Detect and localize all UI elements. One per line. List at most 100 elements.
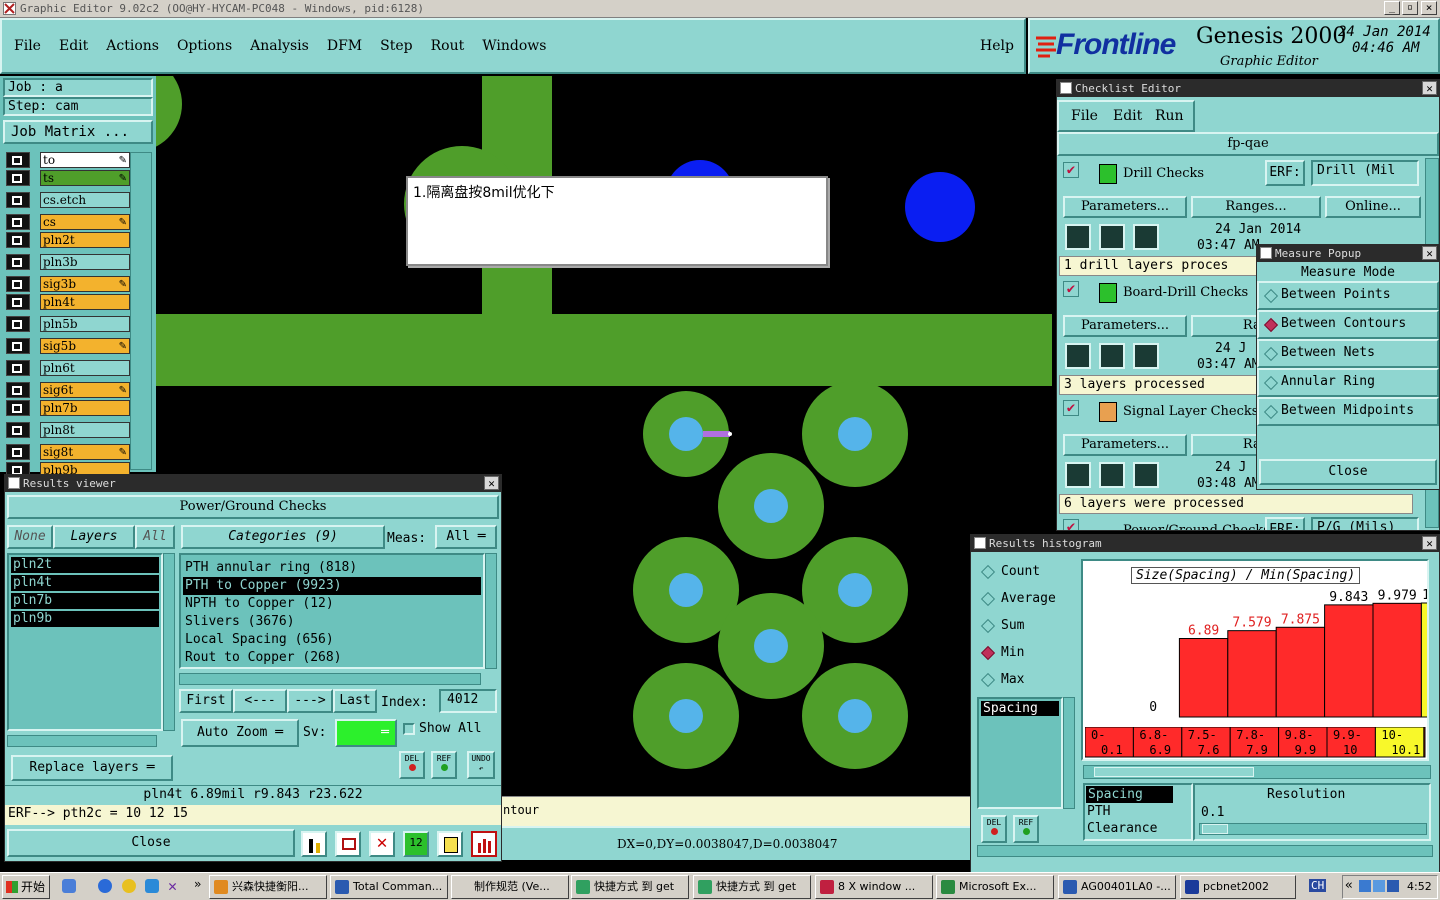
stop-icon[interactable] <box>1133 462 1159 488</box>
run-selected-icon[interactable] <box>1099 343 1125 369</box>
layer-checkbox[interactable] <box>6 400 30 416</box>
checklist-menu-run[interactable]: Run <box>1155 108 1184 124</box>
parameters-button[interactable]: Parameters... <box>1063 315 1187 337</box>
bar-chart-icon[interactable] <box>301 831 327 857</box>
category-item[interactable]: PTH to Copper (9923) <box>183 577 481 595</box>
run-icon[interactable] <box>1065 224 1091 250</box>
menu-step[interactable]: Step <box>380 38 412 58</box>
measure-option[interactable]: Between Contours <box>1257 310 1439 339</box>
taskbar-item[interactable]: pcbnet2002 <box>1180 875 1296 899</box>
x-icon[interactable]: ✕ <box>168 877 177 895</box>
screen-icon[interactable] <box>335 831 361 857</box>
hist-list-scrollbar[interactable] <box>1063 697 1075 809</box>
layer-name[interactable]: pln2t <box>40 232 130 248</box>
layer-name[interactable]: sig8t ✎ <box>40 444 130 460</box>
hist-option[interactable]: Max <box>977 667 1077 694</box>
layer-result-scrollbar[interactable] <box>163 553 175 731</box>
meas-select[interactable]: All ═ <box>435 525 497 549</box>
del-button[interactable]: DEL <box>399 751 425 779</box>
index-input[interactable]: 4012 <box>439 689 497 713</box>
taskbar-item[interactable]: Microsoft Ex... <box>936 875 1054 899</box>
menu-rout[interactable]: Rout <box>431 38 465 58</box>
layer-checkbox[interactable] <box>6 192 30 208</box>
help-menu[interactable]: Help <box>980 38 1014 54</box>
measure-option[interactable]: Between Nets <box>1257 339 1439 368</box>
taskbar-item[interactable]: AG00401LA0 -... <box>1058 875 1176 899</box>
prev-button[interactable]: <--- <box>233 689 287 713</box>
hist-option[interactable]: Min <box>977 640 1077 667</box>
layer-checkbox[interactable] <box>6 338 30 354</box>
last-button[interactable]: Last <box>333 689 377 713</box>
category-item[interactable]: Rout to Copper (268) <box>183 649 481 667</box>
menu-file[interactable]: File <box>14 38 41 58</box>
layer-checkbox[interactable] <box>6 422 30 438</box>
network-icon[interactable] <box>1359 880 1371 892</box>
refresh-icon[interactable] <box>145 879 159 893</box>
close-window-button[interactable]: × <box>1421 1 1437 15</box>
ie-icon[interactable] <box>98 879 112 893</box>
hist-bottom-list[interactable]: Spacing PTH Clearance <box>1083 783 1193 841</box>
menu-options[interactable]: Options <box>177 38 232 58</box>
delete-grid-icon[interactable]: ✕ <box>369 831 395 857</box>
undo-button[interactable]: UNDO ↶ <box>467 751 495 779</box>
layer-checkbox[interactable] <box>6 382 30 398</box>
first-button[interactable]: First <box>179 689 233 713</box>
layer-checkbox[interactable] <box>6 254 30 270</box>
category-list[interactable]: PTH annular ring (818) PTH to Copper (992… <box>179 553 485 669</box>
layer-name[interactable]: pln3b <box>40 254 130 270</box>
layer-checkbox[interactable] <box>6 152 30 168</box>
close-icon[interactable]: ✕ <box>484 476 499 490</box>
resolution-slider[interactable] <box>1199 823 1427 835</box>
sv-color-select[interactable]: ═ <box>335 719 397 747</box>
run-icon[interactable] <box>1065 462 1091 488</box>
none-button[interactable]: None <box>7 525 53 549</box>
menu-edit[interactable]: Edit <box>59 38 88 58</box>
tray-expand-icon[interactable]: « <box>1345 878 1353 893</box>
layer-result-hscroll[interactable] <box>7 735 157 747</box>
layer-name[interactable]: cs.etch <box>40 192 130 208</box>
hist-list-item[interactable]: Spacing <box>981 701 1059 716</box>
parameters-button[interactable]: Parameters... <box>1063 196 1187 218</box>
layer-name[interactable]: cs ✎ <box>40 214 130 230</box>
check-enabled-icon[interactable]: ✔ <box>1063 519 1079 530</box>
layer-name[interactable]: sig3b ✎ <box>40 276 130 292</box>
menu-actions[interactable]: Actions <box>106 38 159 58</box>
hist-bottom-item[interactable]: PTH <box>1085 803 1191 820</box>
run-icon[interactable] <box>1065 343 1091 369</box>
check-name[interactable]: Drill Checks <box>1123 166 1204 181</box>
hist-option[interactable]: Sum <box>977 613 1077 640</box>
menu-analysis[interactable]: Analysis <box>250 38 309 58</box>
menu-windows[interactable]: Windows <box>482 38 546 58</box>
parameters-button[interactable]: Parameters... <box>1063 434 1187 456</box>
layer-name[interactable]: pln4t <box>40 294 130 310</box>
erf-button[interactable]: ERF: <box>1265 517 1305 530</box>
tray-app-icon[interactable] <box>1387 880 1399 892</box>
hist-bottom-item[interactable]: Clearance <box>1085 820 1191 837</box>
hist-list[interactable]: Spacing <box>977 697 1063 809</box>
layer-checkbox[interactable] <box>6 276 30 292</box>
close-icon[interactable]: ✕ <box>1422 246 1437 260</box>
layer-name[interactable]: sig5b ✎ <box>40 338 130 354</box>
result-layer-item[interactable]: pln9b <box>11 611 159 627</box>
run-selected-icon[interactable] <box>1099 462 1125 488</box>
notes-icon[interactable] <box>437 831 463 857</box>
quicklaunch-icon[interactable] <box>62 879 76 893</box>
replace-layers-button[interactable]: Replace layers ═ <box>11 755 173 781</box>
check-name[interactable]: Power/Ground Checks <box>1123 523 1270 530</box>
start-button[interactable]: 开始 <box>2 875 50 899</box>
layers-button[interactable]: Layers <box>53 525 135 549</box>
close-icon[interactable]: ✕ <box>1422 536 1437 550</box>
measure-option[interactable]: Between Points <box>1257 281 1439 310</box>
check-enabled-icon[interactable]: ✔ <box>1063 400 1079 416</box>
hist-ref-button[interactable]: REF <box>1013 815 1039 843</box>
layer-checkbox[interactable] <box>6 444 30 460</box>
taskbar-item[interactable]: Total Comman... <box>330 875 448 899</box>
online-button[interactable]: Online... <box>1325 196 1421 218</box>
ref-button[interactable]: REF <box>431 751 457 779</box>
clock-app-icon[interactable] <box>122 879 136 893</box>
category-scrollbar[interactable] <box>485 553 497 669</box>
hist-bottom-item[interactable]: Spacing <box>1086 786 1173 803</box>
maximize-button[interactable]: ▫ <box>1402 1 1418 15</box>
layer-result-list[interactable]: pln2t pln4t pln7b pln9b <box>7 553 163 731</box>
category-item[interactable]: Local Spacing (656) <box>183 631 481 649</box>
